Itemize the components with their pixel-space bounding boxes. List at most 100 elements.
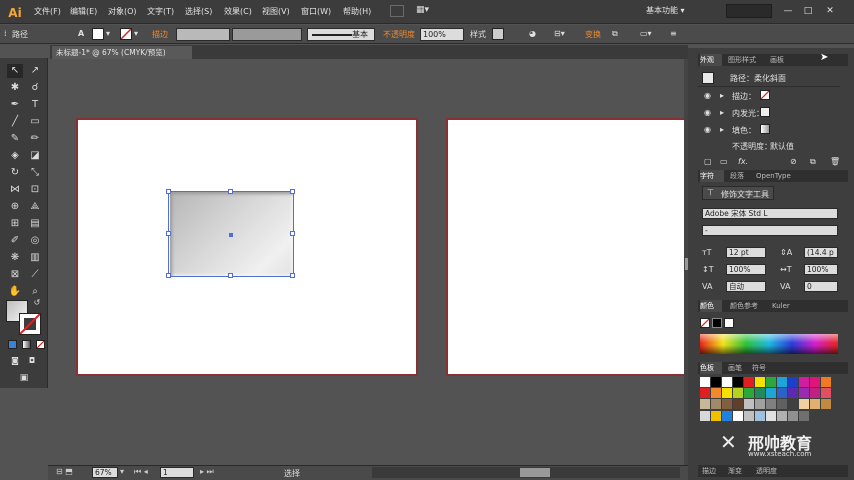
swatch[interactable] <box>733 377 743 387</box>
paintbrush-icon[interactable]: ✎ <box>7 132 23 146</box>
swatch[interactable] <box>788 388 798 398</box>
anchor-bottom-left[interactable] <box>166 273 171 278</box>
swatch[interactable] <box>755 377 765 387</box>
stroke-weight-field[interactable] <box>176 28 230 41</box>
arrange-docs-icon[interactable]: ▦▾ <box>416 5 432 17</box>
swatch[interactable] <box>722 399 732 409</box>
black-swatch[interactable] <box>712 318 722 328</box>
menu-help[interactable]: 帮助(H) <box>343 6 371 17</box>
swatch[interactable] <box>722 388 732 398</box>
gradient-mode-icon[interactable] <box>22 340 31 349</box>
anchor-bottom-right[interactable] <box>290 273 295 278</box>
anchor-bottom-center[interactable] <box>228 273 233 278</box>
minimize-button[interactable]: — <box>780 4 796 18</box>
pen-icon[interactable]: ✒ <box>7 98 23 112</box>
lasso-icon[interactable]: ☌ <box>27 81 43 95</box>
eye-icon[interactable]: ◉ <box>704 125 711 134</box>
appearance-opacity-label[interactable]: 不透明度： <box>732 141 772 152</box>
tab-opentype[interactable]: OpenType <box>756 170 791 182</box>
swatch[interactable] <box>744 388 754 398</box>
panel-menu-icon[interactable]: ≡ <box>670 29 677 38</box>
rotate-icon[interactable]: ↻ <box>7 166 23 180</box>
appearance-row-stroke[interactable]: 描边： <box>732 91 756 102</box>
stroke-color-box[interactable] <box>19 313 41 335</box>
stroke-label[interactable]: 描边 <box>152 29 168 40</box>
menu-view[interactable]: 视图(V) <box>262 6 290 17</box>
eye-icon[interactable]: ◉ <box>704 91 711 100</box>
menu-select[interactable]: 选择(S) <box>185 6 212 17</box>
swatch[interactable] <box>711 399 721 409</box>
swatch[interactable] <box>821 377 831 387</box>
artboard-number-field[interactable]: 1 <box>160 467 194 478</box>
swatch[interactable] <box>799 377 809 387</box>
menu-type[interactable]: 文字(T) <box>147 6 174 17</box>
artboard-icon[interactable]: ⊠ <box>7 268 23 282</box>
next-artboard-icon[interactable]: ▸ ⏭ <box>200 467 214 477</box>
swatch[interactable] <box>821 399 831 409</box>
swatch[interactable] <box>711 377 721 387</box>
swatch[interactable] <box>799 399 809 409</box>
swatch[interactable] <box>755 411 765 421</box>
mesh-icon[interactable]: ⊞ <box>7 217 23 231</box>
envelope-icon[interactable]: ▭▾ <box>640 29 652 38</box>
menu-edit[interactable]: 编辑(E) <box>70 6 97 17</box>
tab-kuler[interactable]: Kuler <box>772 300 790 312</box>
swatch[interactable] <box>810 388 820 398</box>
swatch[interactable] <box>766 388 776 398</box>
isolate-icon[interactable]: ⧉ <box>612 29 618 39</box>
none-color-swatch[interactable] <box>700 318 710 328</box>
align-icon[interactable]: ⊟▾ <box>554 29 565 38</box>
tracking-field[interactable]: 0 <box>804 281 838 292</box>
tab-gradient[interactable]: 渐变 <box>728 465 742 477</box>
gradient-icon[interactable]: ▤ <box>27 217 43 231</box>
swatch[interactable] <box>766 377 776 387</box>
bridge-icon[interactable] <box>390 5 404 17</box>
swatch-grid[interactable] <box>700 377 832 427</box>
width-icon[interactable]: ⋈ <box>7 183 23 197</box>
appearance-row-fill[interactable]: 填色： <box>732 125 756 136</box>
workspace-switcher[interactable]: 基本功能 ▾ <box>646 5 724 19</box>
document-tab[interactable]: 未标题-1* @ 67% (CMYK/预览) <box>52 46 192 59</box>
anchor-mid-left[interactable] <box>166 231 171 236</box>
tab-color-guide[interactable]: 颜色参考 <box>730 300 758 312</box>
expand-arrow-icon[interactable]: ▸ <box>720 91 724 100</box>
swatch[interactable] <box>700 411 710 421</box>
eraser-icon[interactable]: ◪ <box>27 149 43 163</box>
graphic-style-swatch[interactable] <box>492 28 504 40</box>
close-button[interactable]: ✕ <box>822 4 838 18</box>
white-swatch[interactable] <box>724 318 734 328</box>
symbol-sprayer-icon[interactable]: ❋ <box>7 251 23 265</box>
appearance-stroke-swatch[interactable] <box>760 90 770 100</box>
blob-brush-icon[interactable]: ◈ <box>7 149 23 163</box>
swatch[interactable] <box>810 377 820 387</box>
slice-icon[interactable]: ⟋ <box>27 268 43 282</box>
kerning-field[interactable]: 自动 <box>726 281 766 292</box>
swatch[interactable] <box>744 399 754 409</box>
tab-transparency[interactable]: 透明度 <box>756 465 777 477</box>
swatch[interactable] <box>755 388 765 398</box>
swatch[interactable] <box>711 388 721 398</box>
tab-symbols[interactable]: 符号 <box>752 362 766 374</box>
swatch[interactable] <box>733 411 743 421</box>
swatch[interactable] <box>777 399 787 409</box>
pencil-icon[interactable]: ✏ <box>27 132 43 146</box>
swatch[interactable] <box>777 388 787 398</box>
artboard-2[interactable] <box>446 118 686 376</box>
swatch[interactable] <box>777 377 787 387</box>
magic-wand-icon[interactable]: ✱ <box>7 81 23 95</box>
touch-type-button[interactable]: ⊤ 修饰文字工具 <box>702 186 774 200</box>
new-art-icon[interactable]: ▢ <box>704 157 712 166</box>
swatch[interactable] <box>788 399 798 409</box>
maximize-button[interactable]: □ <box>800 4 816 18</box>
tab-stroke[interactable]: 描边 <box>702 465 716 477</box>
swatch[interactable] <box>766 399 776 409</box>
menu-effect[interactable]: 效果(C) <box>224 6 252 17</box>
swatch[interactable] <box>788 377 798 387</box>
fill-dropdown-icon[interactable]: ▾ <box>106 29 110 38</box>
type-icon[interactable]: T <box>27 98 43 112</box>
anchor-top-left[interactable] <box>166 189 171 194</box>
first-artboard-icon[interactable]: ⏮ ◂ <box>134 467 148 477</box>
color-spectrum[interactable] <box>700 334 838 354</box>
font-style-field[interactable]: - <box>702 225 838 236</box>
tab-character[interactable]: 字符 <box>700 170 724 182</box>
